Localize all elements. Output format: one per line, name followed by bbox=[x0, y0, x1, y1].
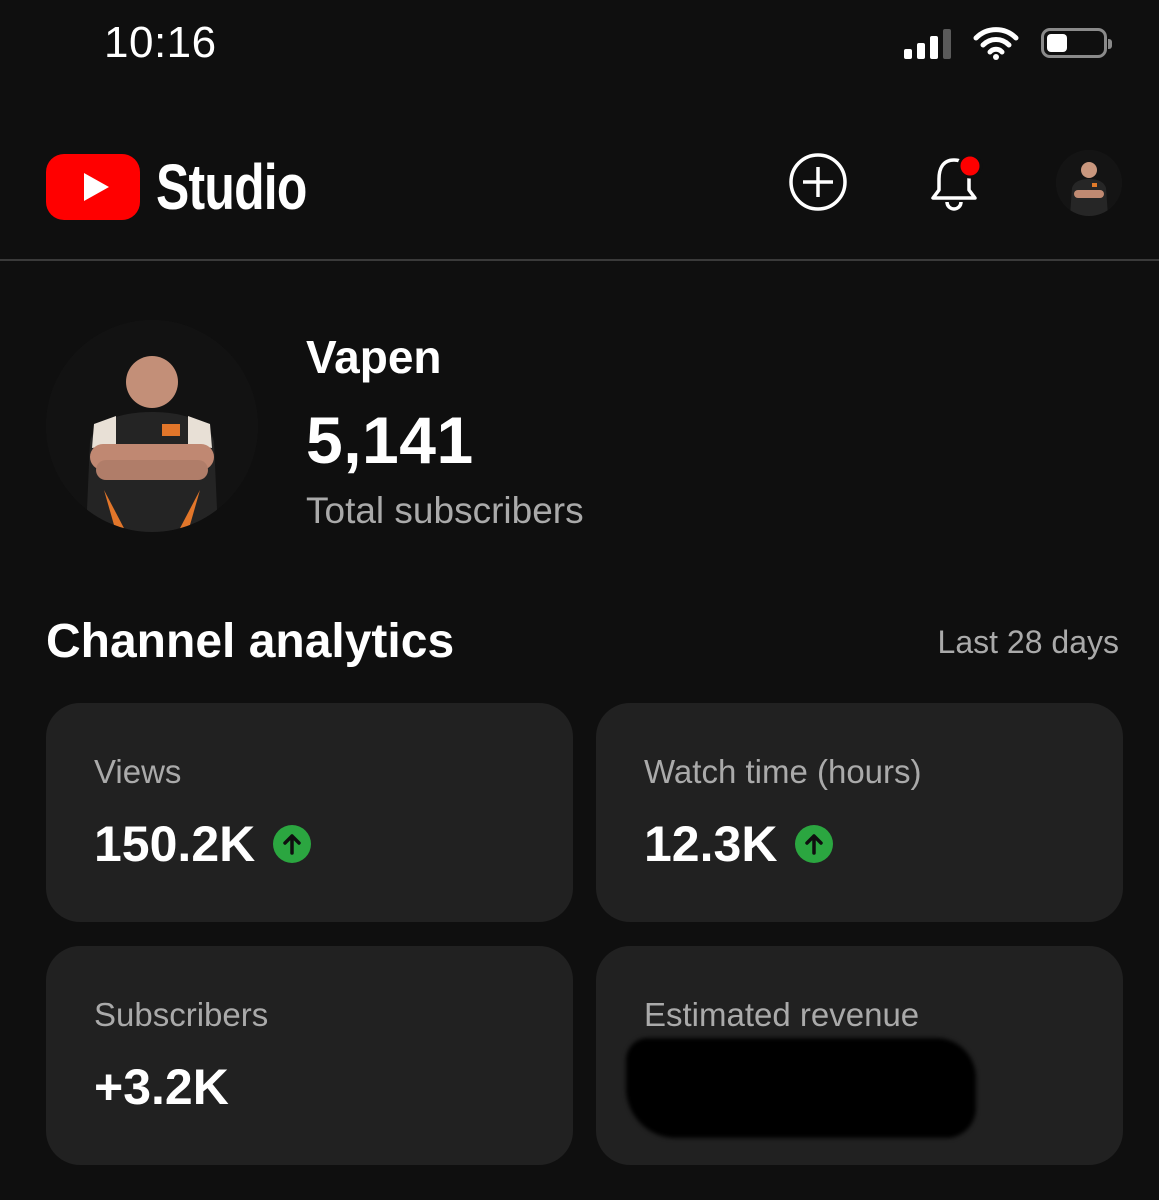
card-label: Watch time (hours) bbox=[644, 753, 922, 790]
watch-time-value: 12.3K bbox=[644, 816, 778, 872]
views-value: 150.2K bbox=[94, 816, 256, 872]
trend-up-icon bbox=[795, 825, 834, 863]
account-avatar[interactable] bbox=[1056, 150, 1122, 216]
analytics-period[interactable]: Last 28 days bbox=[938, 624, 1119, 661]
header-divider bbox=[0, 259, 1159, 261]
subscribers-card[interactable]: Subscribers +3.2K bbox=[46, 946, 573, 1165]
estimated-revenue-card[interactable]: Estimated revenue bbox=[596, 946, 1123, 1165]
redacted-value bbox=[626, 1038, 976, 1138]
card-label: Views bbox=[94, 753, 182, 790]
views-card[interactable]: Views 150.2K bbox=[46, 703, 573, 922]
notification-dot bbox=[957, 153, 983, 179]
status-icons bbox=[904, 26, 1112, 60]
total-subscribers-value: 5,141 bbox=[306, 403, 474, 477]
status-time: 10:16 bbox=[104, 18, 217, 67]
watch-time-card[interactable]: Watch time (hours) 12.3K bbox=[596, 703, 1123, 922]
channel-analytics-title: Channel analytics bbox=[46, 615, 455, 668]
app-header: Studio bbox=[0, 120, 1159, 260]
channel-avatar[interactable] bbox=[46, 320, 258, 532]
create-icon[interactable] bbox=[788, 152, 848, 212]
channel-name: Vapen bbox=[306, 331, 442, 383]
card-value: 150.2K bbox=[94, 815, 312, 873]
battery-icon bbox=[1041, 28, 1112, 58]
cellular-signal-icon bbox=[904, 27, 951, 59]
total-subscribers-label: Total subscribers bbox=[306, 490, 584, 531]
card-label: Subscribers bbox=[94, 996, 269, 1033]
notifications-icon[interactable] bbox=[928, 152, 984, 212]
logo-text: Studio bbox=[156, 151, 307, 223]
trend-up-icon bbox=[273, 825, 312, 863]
youtube-play-icon bbox=[46, 154, 140, 220]
subscribers-value: +3.2K bbox=[94, 1059, 229, 1115]
wifi-icon bbox=[973, 27, 1019, 60]
studio-logo[interactable]: Studio bbox=[46, 150, 349, 224]
card-value: +3.2K bbox=[94, 1058, 229, 1116]
card-value: 12.3K bbox=[644, 815, 834, 873]
card-label: Estimated revenue bbox=[644, 996, 920, 1033]
